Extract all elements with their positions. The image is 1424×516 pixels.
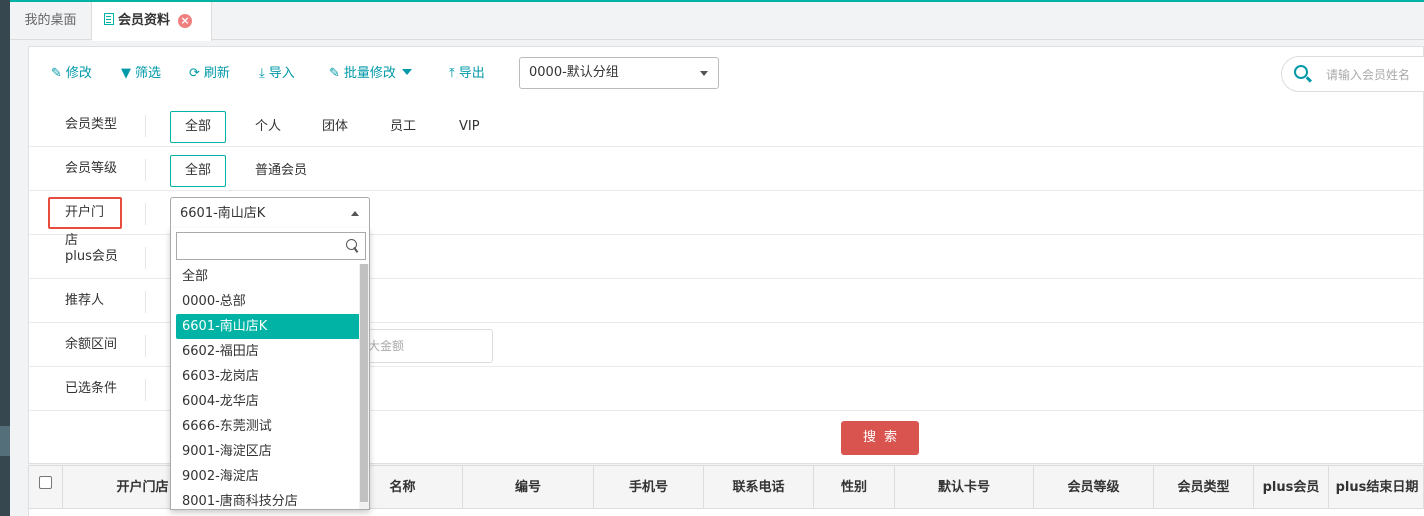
dropdown-list: 全部 0000-总部 6601-南山店K 6602-福田店 6603-龙岗店 6… (176, 264, 360, 509)
tab-desktop[interactable]: 我的桌面 (10, 2, 92, 40)
select-all-cell (29, 466, 63, 510)
import-icon: ⤓ (259, 66, 265, 81)
filter-label: 推荐人 (65, 293, 105, 308)
scrollbar-thumb[interactable] (360, 264, 368, 502)
divider (145, 335, 146, 357)
column-header[interactable]: 联系电话 (704, 466, 814, 510)
batch-edit-button[interactable]: ✎ 批量修改 (329, 65, 412, 83)
filter-label-highlighted: 开户门店 (48, 197, 122, 248)
member-level-option-all[interactable]: 全部 (170, 155, 227, 187)
store-select[interactable]: 6601-南山店K (170, 197, 370, 229)
tab-bar: 我的桌面 会员资料 × (10, 0, 1424, 41)
column-header[interactable]: 会员等级 (1034, 466, 1154, 510)
refresh-icon: ⟳ (189, 66, 200, 81)
left-sidebar-strip (0, 0, 10, 516)
column-header[interactable]: 编号 (463, 466, 594, 510)
dropdown-item[interactable]: 6603-龙岗店 (176, 364, 360, 389)
filter-button[interactable]: ▼ 筛选 (121, 65, 161, 83)
member-level-option-regular[interactable]: 普通会员 (240, 155, 322, 187)
member-search-input[interactable] (1326, 65, 1424, 85)
divider (145, 159, 146, 181)
import-button[interactable]: ⤓ 导入 (259, 65, 295, 83)
filter-row-member-level: 会员等级 全部 普通会员 (29, 147, 1423, 191)
column-header[interactable]: plus结束日期 (1329, 466, 1424, 510)
search-icon[interactable] (1294, 65, 1308, 79)
dropdown-item[interactable]: 全部 (176, 264, 360, 289)
filter-label: 余额区间 (65, 337, 118, 352)
member-panel: ✎修改 ▼筛选 ⟳刷新 ⤓导入 ✎批量修改 ⤒导出 0000-默认分组 会员类型… (28, 46, 1424, 510)
filter-icon: ▼ (121, 66, 131, 81)
edit-button[interactable]: ✎ 修改 (51, 65, 92, 83)
export-button[interactable]: ⤒ 导出 (449, 65, 485, 83)
filter-label: plus会员 (65, 249, 118, 264)
store-dropdown: 全部 0000-总部 6601-南山店K 6602-福田店 6603-龙岗店 6… (170, 228, 370, 510)
dropdown-scrollbar[interactable] (359, 264, 369, 509)
divider (145, 203, 146, 225)
refresh-button[interactable]: ⟳ 刷新 (189, 65, 230, 83)
table-row[interactable] (28, 509, 1424, 516)
toolbar: ✎ 修改 ▼ 筛选 ⟳ 刷新 ⤓ 导入 ✎ 批量修改 ⤒ 导出 0000-默认分组 (29, 47, 1424, 99)
dropdown-item[interactable]: 6666-东莞测试 (176, 414, 360, 439)
member-type-option-group[interactable]: 团体 (307, 111, 363, 143)
member-type-option-vip[interactable]: VIP (444, 111, 495, 143)
chevron-down-icon (700, 71, 708, 76)
column-header[interactable]: plus会员 (1254, 466, 1329, 510)
member-type-option-personal[interactable]: 个人 (240, 111, 296, 143)
filter-label: 会员类型 (65, 117, 118, 132)
dropdown-item[interactable]: 0000-总部 (176, 289, 360, 314)
member-type-option-staff[interactable]: 员工 (375, 111, 431, 143)
edit-icon: ✎ (51, 66, 62, 81)
member-search (1281, 56, 1424, 92)
filter-row-member-type: 会员类型 全部 个人 团体 员工 VIP (29, 103, 1423, 147)
edit-icon: ✎ (329, 66, 340, 81)
divider (145, 115, 146, 137)
tab-member-label: 会员资料 (118, 13, 171, 28)
chevron-up-icon (351, 211, 359, 216)
caret-down-icon (401, 69, 412, 75)
export-icon: ⤒ (449, 66, 455, 81)
divider (145, 247, 146, 269)
search-icon (346, 239, 357, 250)
max-amount-input[interactable]: 大金额 (359, 329, 493, 363)
sidebar-marker (0, 426, 10, 456)
tab-member-info[interactable]: 会员资料 × (92, 2, 212, 41)
dropdown-item[interactable]: 6004-龙华店 (176, 389, 360, 414)
close-tab-icon[interactable]: × (178, 14, 193, 28)
group-select[interactable]: 0000-默认分组 (519, 57, 719, 89)
dropdown-search-input[interactable] (181, 234, 341, 258)
column-header[interactable]: 手机号 (594, 466, 704, 510)
column-header[interactable]: 会员类型 (1154, 466, 1254, 510)
search-button[interactable]: 搜索 (841, 421, 919, 455)
divider (145, 291, 146, 313)
dropdown-item[interactable]: 8001-唐商科技分店 (176, 489, 360, 509)
select-all-checkbox[interactable] (39, 476, 52, 489)
document-icon (104, 13, 114, 25)
column-header[interactable]: 默认卡号 (895, 466, 1034, 510)
member-type-option-all[interactable]: 全部 (170, 111, 227, 143)
filter-label: 会员等级 (65, 161, 118, 176)
divider (145, 379, 146, 401)
dropdown-item[interactable]: 9002-海淀店 (176, 464, 360, 489)
dropdown-search (176, 232, 366, 260)
dropdown-item[interactable]: 9001-海淀区店 (176, 439, 360, 464)
dropdown-item[interactable]: 6602-福田店 (176, 339, 360, 364)
column-header[interactable]: 性别 (814, 466, 895, 510)
filter-label: 已选条件 (65, 381, 118, 396)
dropdown-item-selected[interactable]: 6601-南山店K (176, 314, 360, 339)
